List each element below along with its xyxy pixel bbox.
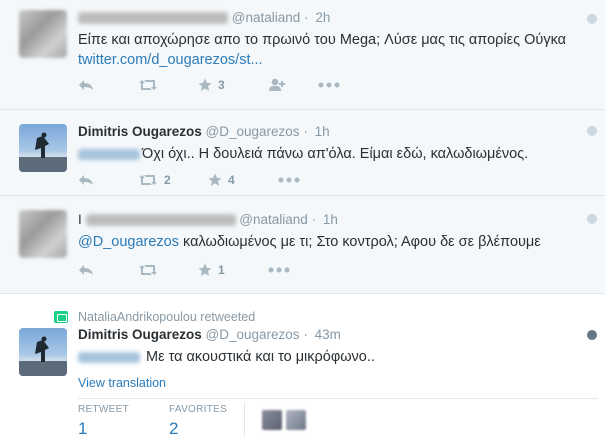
tweet-4-expanded[interactable]: NataliaAndrikopoulou retweeted Dimitris … [0, 294, 605, 446]
tweet-text: Όχι όχι.. Η δουλειά πάνω απ'όλα. Είμαι ε… [142, 146, 529, 162]
tweet-header: @nataliand · 2h [78, 10, 330, 25]
avatar[interactable] [19, 124, 67, 172]
separator-dot: · [311, 212, 317, 227]
more-icon[interactable] [318, 82, 340, 88]
timestamp[interactable]: 43m [315, 327, 341, 342]
favorite-button[interactable]: 1 [198, 263, 268, 277]
separator-dot: · [303, 327, 308, 342]
retweet-icon[interactable] [138, 79, 198, 91]
stats-separator [244, 402, 245, 436]
tweet-header: I @nataliand · 1h [78, 212, 338, 227]
retweet-icon[interactable] [138, 264, 198, 276]
tweet-text-line: Όχι όχι.. Η δουλειά πάνω απ'όλα. Είμαι ε… [78, 146, 528, 162]
retweet-stat-count[interactable]: 1 [78, 419, 129, 439]
favorite-button[interactable]: 4 [208, 173, 278, 187]
geo-icon[interactable] [587, 126, 597, 136]
fullname[interactable]: Dimitris Ougarezos [78, 327, 202, 342]
timestamp[interactable]: 1h [315, 124, 330, 139]
username[interactable]: @D_ougarezos [206, 124, 300, 139]
tweet-text-line: Με τα ακουστικά και το μικρόφωνο.. [78, 349, 375, 365]
view-translation-link[interactable]: View translation [78, 376, 166, 390]
tweet-text: Με τα ακουστικά και το μικρόφωνο.. [146, 349, 375, 365]
tweet-stats: RETWEET 1 FAVORITES 2 [78, 404, 267, 439]
blurred-fullname[interactable] [85, 214, 236, 227]
geo-icon[interactable] [587, 14, 597, 24]
retweet-stat[interactable]: RETWEET 1 [78, 404, 129, 439]
favorite-count: 4 [228, 173, 235, 187]
tweet-header: Dimitris Ougarezos @D_ougarezos · 1h [78, 124, 330, 139]
tweet-actions: 2 4 [78, 172, 300, 188]
tweet-text: Είπε και αποχώρησε απο το πρωινό του Meg… [78, 32, 567, 48]
avatar[interactable] [19, 328, 67, 376]
more-icon[interactable] [278, 177, 300, 183]
tweet-header: Dimitris Ougarezos @D_ougarezos · 43m [78, 327, 341, 342]
avatar[interactable] [19, 10, 67, 58]
tweet-actions: 1 [78, 262, 290, 278]
reply-icon[interactable] [78, 174, 138, 186]
retweet-badge-icon [54, 311, 68, 323]
timestamp[interactable]: 2h [315, 10, 330, 25]
tweet-1[interactable]: @nataliand · 2h Είπε και αποχώρησε απο τ… [0, 0, 605, 110]
follow-icon[interactable] [268, 78, 318, 92]
username[interactable]: @nataliand [239, 212, 308, 227]
blurred-mention[interactable] [78, 351, 140, 363]
retweet-count: 2 [164, 173, 171, 187]
geo-icon[interactable] [587, 214, 597, 224]
star-icon [198, 263, 212, 276]
retweet-context: NataliaAndrikopoulou retweeted [54, 310, 255, 324]
username[interactable]: @nataliand [232, 10, 301, 25]
favoriter-avatar[interactable] [262, 410, 282, 430]
tweet-text: καλωδιωμένος με τι; Στο κοντρολ; Αφου δε… [183, 234, 541, 250]
more-icon[interactable] [268, 267, 290, 273]
favorites-stat-label: FAVORITES [169, 404, 228, 415]
blurred-fullname[interactable] [78, 12, 228, 25]
tweet-3[interactable]: I @nataliand · 1h @D_ougarezos καλωδιωμέ… [0, 196, 605, 294]
avatar[interactable] [19, 210, 67, 258]
mention-link[interactable]: @D_ougarezos [78, 234, 179, 250]
timestamp[interactable]: 1h [323, 212, 338, 227]
favorites-stat-count[interactable]: 2 [169, 419, 227, 439]
avatar-photo-icon [19, 132, 67, 172]
separator-dot: · [304, 10, 309, 25]
avatar-photo-icon [19, 336, 67, 376]
blurred-mention[interactable] [78, 148, 140, 160]
name-prefix[interactable]: I [78, 212, 82, 227]
username[interactable]: @D_ougarezos [206, 327, 300, 342]
favorite-count: 3 [218, 78, 225, 92]
star-icon [198, 78, 212, 91]
separator-dot: · [303, 124, 308, 139]
favorite-count: 1 [218, 263, 225, 277]
fullname[interactable]: Dimitris Ougarezos [78, 124, 202, 139]
retweeted-by[interactable]: NataliaAndrikopoulou retweeted [78, 310, 255, 324]
divider [78, 398, 598, 399]
retweet-icon [139, 175, 157, 185]
star-icon [208, 173, 222, 186]
tweet-actions: 3 [78, 77, 340, 93]
reply-icon[interactable] [78, 79, 138, 91]
tweet-link[interactable]: twitter.com/d_ougarezos/st... [78, 52, 263, 68]
favoriter-avatar[interactable] [286, 410, 306, 430]
retweet-stat-label: RETWEET [78, 404, 129, 415]
tweet-2[interactable]: Dimitris Ougarezos @D_ougarezos · 1h Όχι… [0, 110, 605, 196]
retweet-button[interactable]: 2 [138, 173, 208, 187]
tweet-text-line: @D_ougarezos καλωδιωμένος με τι; Στο κον… [78, 234, 541, 250]
reply-icon[interactable] [78, 264, 138, 276]
favorites-stat[interactable]: FAVORITES 2 [169, 404, 227, 439]
favorite-button[interactable]: 3 [198, 78, 268, 92]
geo-icon[interactable] [587, 330, 597, 340]
